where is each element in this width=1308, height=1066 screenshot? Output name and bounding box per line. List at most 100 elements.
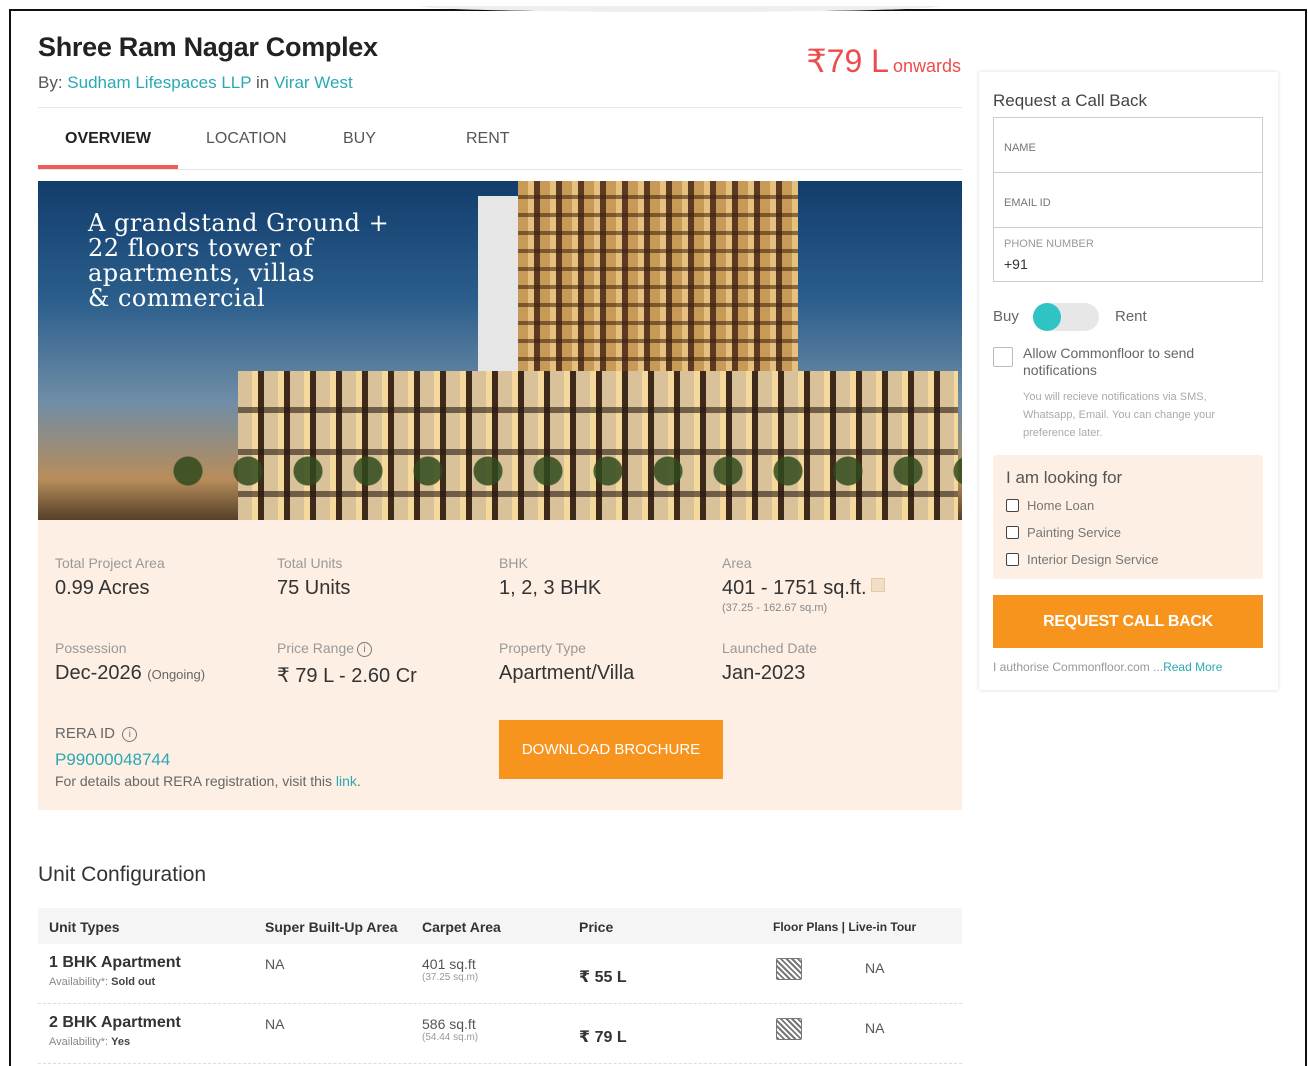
table-row: 1 BHK Apartment Availability*: Sold out … <box>38 944 962 1004</box>
hero-line-3: apartments, villas <box>88 259 315 287</box>
phone-prefix: +91 <box>1004 256 1028 272</box>
email-field[interactable] <box>994 197 1262 209</box>
header-unit-types: Unit Types <box>49 919 120 935</box>
rera-note: For details about RERA registration, vis… <box>55 773 361 789</box>
name-field[interactable] <box>994 142 1262 154</box>
locality-link[interactable]: Virar West <box>274 73 353 92</box>
option-painting-service[interactable]: Painting Service <box>1006 525 1121 540</box>
carpet-cell: 401 sq.ft (37.25 sq.m) <box>422 956 478 983</box>
availability-label: Availability*: <box>49 976 109 988</box>
area-value: 401 - 1751 sq.ft. <box>722 577 867 599</box>
fact-value: 0.99 Acres <box>55 577 150 599</box>
fact-label: Property Type <box>499 640 586 656</box>
checkbox-icon[interactable] <box>1006 526 1019 539</box>
name-field-wrap <box>994 118 1262 173</box>
rera-link[interactable]: link <box>336 773 357 789</box>
fact-bhk: BHK 1, 2, 3 BHK <box>499 555 601 600</box>
allow-notifications-label: Allow Commonfloor to send notifications <box>1023 345 1195 378</box>
request-call-back-button[interactable]: REQUEST CALL BACK <box>993 595 1263 648</box>
toggle-buy-label: Buy <box>993 308 1019 325</box>
read-more-link[interactable]: Read More <box>1163 660 1222 674</box>
rera-label-text: RERA ID <box>55 725 116 742</box>
floor-plan-icon[interactable] <box>776 958 802 980</box>
ruler-icon[interactable] <box>870 578 885 592</box>
live-tour-cell: NA <box>865 1020 885 1036</box>
option-interior-design[interactable]: Interior Design Service <box>1006 552 1159 567</box>
download-brochure-button[interactable]: DOWNLOAD BROCHURE <box>499 720 723 779</box>
allow-notifications-checkbox[interactable] <box>993 347 1013 367</box>
possession-status: (Ongoing) <box>147 667 206 682</box>
rera-label: RERA ID i <box>55 725 138 742</box>
by-label: By: <box>38 73 63 92</box>
header-floor-plans: Floor Plans | Live-in Tour <box>773 920 917 934</box>
request-callback-panel: Request a Call Back PHONE NUMBER +91 Buy… <box>979 72 1278 690</box>
availability: Availability*: Yes <box>49 1036 181 1048</box>
price-cell: ₹ 55 L <box>579 969 627 986</box>
callback-form: PHONE NUMBER +91 <box>993 117 1263 282</box>
top-decoration <box>420 0 940 12</box>
super-area-cell: NA <box>265 956 285 972</box>
phone-field[interactable]: PHONE NUMBER +91 <box>994 228 1262 281</box>
option-label: Home Loan <box>1027 498 1095 513</box>
tab-overview[interactable]: OVERVIEW <box>65 130 151 148</box>
availability: Availability*: Sold out <box>49 976 181 988</box>
tab-rent[interactable]: RENT <box>466 130 510 148</box>
project-hero-image: A grandstand Ground + 22 floors tower of… <box>38 181 962 520</box>
unit-config-title: Unit Configuration <box>38 863 207 886</box>
rera-id-link[interactable]: P99000048744 <box>55 750 170 770</box>
header-carpet-area: Carpet Area <box>422 919 501 935</box>
fact-label: Possession <box>55 640 127 656</box>
availability-label: Availability*: <box>49 1036 109 1048</box>
availability-value: Yes <box>111 1036 131 1048</box>
fact-value: 1, 2, 3 BHK <box>499 577 602 599</box>
looking-for-box: I am looking for Home Loan Painting Serv… <box>993 455 1263 579</box>
option-home-loan[interactable]: Home Loan <box>1006 498 1094 513</box>
fact-label: Launched Date <box>722 640 817 656</box>
table-row: 2 BHK Apartment Availability*: Yes NA 58… <box>38 1004 962 1064</box>
price-value: ₹79 L <box>806 43 889 79</box>
unit-type-cell: 1 BHK Apartment Availability*: Sold out <box>49 954 181 988</box>
fact-area: Area 401 - 1751 sq.ft. (37.25 - 162.67 s… <box>722 555 885 614</box>
hero-line-4: & commercial <box>88 284 266 312</box>
fact-total-area: Total Project Area 0.99 Acres <box>55 555 165 600</box>
price-headline: ₹79 Lonwards <box>806 42 961 80</box>
fact-price-range: Price Range i ₹ 79 L - 2.60 Cr <box>277 640 417 688</box>
unit-type[interactable]: 2 BHK Apartment <box>49 1014 181 1032</box>
fact-value: ₹ 79 L - 2.60 Cr <box>277 665 417 687</box>
project-facts: Total Project Area 0.99 Acres Total Unit… <box>38 520 962 810</box>
info-icon[interactable]: i <box>357 642 373 657</box>
unit-config-table: Unit Types Super Built-Up Area Carpet Ar… <box>38 908 962 1064</box>
fact-value: 401 - 1751 sq.ft. <box>722 577 885 600</box>
table-header: Unit Types Super Built-Up Area Carpet Ar… <box>38 908 962 944</box>
info-icon[interactable]: i <box>122 727 138 742</box>
price-range-label: Price Range <box>277 640 355 656</box>
fact-value: Dec-2026 (Ongoing) <box>55 662 205 685</box>
price-suffix: onwards <box>892 56 961 76</box>
fact-value: Apartment/Villa <box>499 662 635 684</box>
hero-line-2: 22 floors tower of <box>88 234 314 262</box>
unit-type[interactable]: 1 BHK Apartment <box>49 954 181 972</box>
rera-note-text: For details about RERA registration, vis… <box>55 773 333 789</box>
option-label: Interior Design Service <box>1027 552 1159 567</box>
checkbox-icon[interactable] <box>1006 553 1019 566</box>
active-tab-indicator <box>38 165 178 169</box>
developer-byline: By: Sudham Lifespaces LLP in Virar West <box>38 73 353 93</box>
fact-label: Price Range i <box>277 640 417 657</box>
developer-link[interactable]: Sudham Lifespaces LLP <box>67 73 251 92</box>
tab-buy[interactable]: BUY <box>343 130 376 148</box>
checkbox-icon[interactable] <box>1006 499 1019 512</box>
notifications-note: You will recieve notifications via SMS, … <box>1023 391 1216 439</box>
tab-location[interactable]: LOCATION <box>206 130 287 148</box>
toggle-rent-label: Rent <box>1115 308 1147 325</box>
section-tabs: OVERVIEW LOCATION BUY RENT <box>38 110 962 170</box>
super-area-cell: NA <box>265 1016 285 1032</box>
possession-value: Dec-2026 <box>55 662 142 684</box>
floor-plan-icon[interactable] <box>776 1018 802 1040</box>
buy-rent-toggle[interactable] <box>1033 303 1099 331</box>
email-field-wrap <box>994 173 1262 228</box>
carpet-cell: 586 sq.ft (54.44 sq.m) <box>422 1016 478 1043</box>
fact-property-type: Property Type Apartment/Villa <box>499 640 634 685</box>
fact-value: Jan-2023 <box>722 662 806 684</box>
authorise-text: I authorise Commonfloor.com ... <box>993 660 1164 674</box>
fact-subvalue: (37.25 - 162.67 sq.m) <box>722 602 828 614</box>
